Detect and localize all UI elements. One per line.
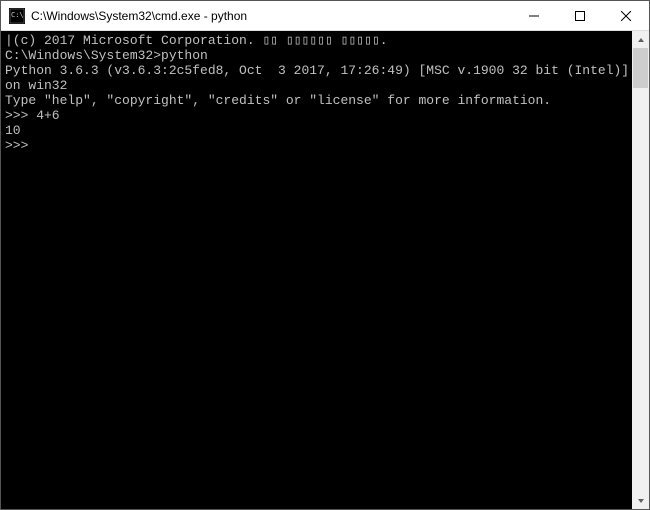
titlebar[interactable]: C:\ C:\Windows\System32\cmd.exe - python <box>1 1 649 31</box>
terminal-line: >>> 4+6 <box>5 108 632 123</box>
scrollbar-track[interactable] <box>632 48 649 492</box>
scroll-up-button[interactable] <box>632 31 649 48</box>
scroll-down-button[interactable] <box>632 492 649 509</box>
terminal-line: Python 3.6.3 (v3.6.3:2c5fed8, Oct 3 2017… <box>5 63 632 93</box>
window-controls <box>511 1 649 30</box>
terminal-output[interactable]: |(c) 2017 Microsoft Corporation. ▯▯ ▯▯▯▯… <box>1 31 632 509</box>
vertical-scrollbar[interactable] <box>632 31 649 509</box>
maximize-button[interactable] <box>557 1 603 30</box>
window-title: C:\Windows\System32\cmd.exe - python <box>31 9 511 23</box>
cmd-icon: C:\ <box>9 8 25 24</box>
terminal-line: >>> <box>5 138 632 153</box>
scrollbar-thumb[interactable] <box>633 48 648 88</box>
svg-text:C:\: C:\ <box>11 11 24 19</box>
terminal-line: Type "help", "copyright", "credits" or "… <box>5 93 632 108</box>
cmd-window: C:\ C:\Windows\System32\cmd.exe - python… <box>0 0 650 510</box>
terminal-line: 10 <box>5 123 632 138</box>
terminal-line: C:\Windows\System32>python <box>5 48 632 63</box>
client-area: |(c) 2017 Microsoft Corporation. ▯▯ ▯▯▯▯… <box>1 31 649 509</box>
terminal-line: |(c) 2017 Microsoft Corporation. ▯▯ ▯▯▯▯… <box>5 33 632 48</box>
minimize-button[interactable] <box>511 1 557 30</box>
close-button[interactable] <box>603 1 649 30</box>
